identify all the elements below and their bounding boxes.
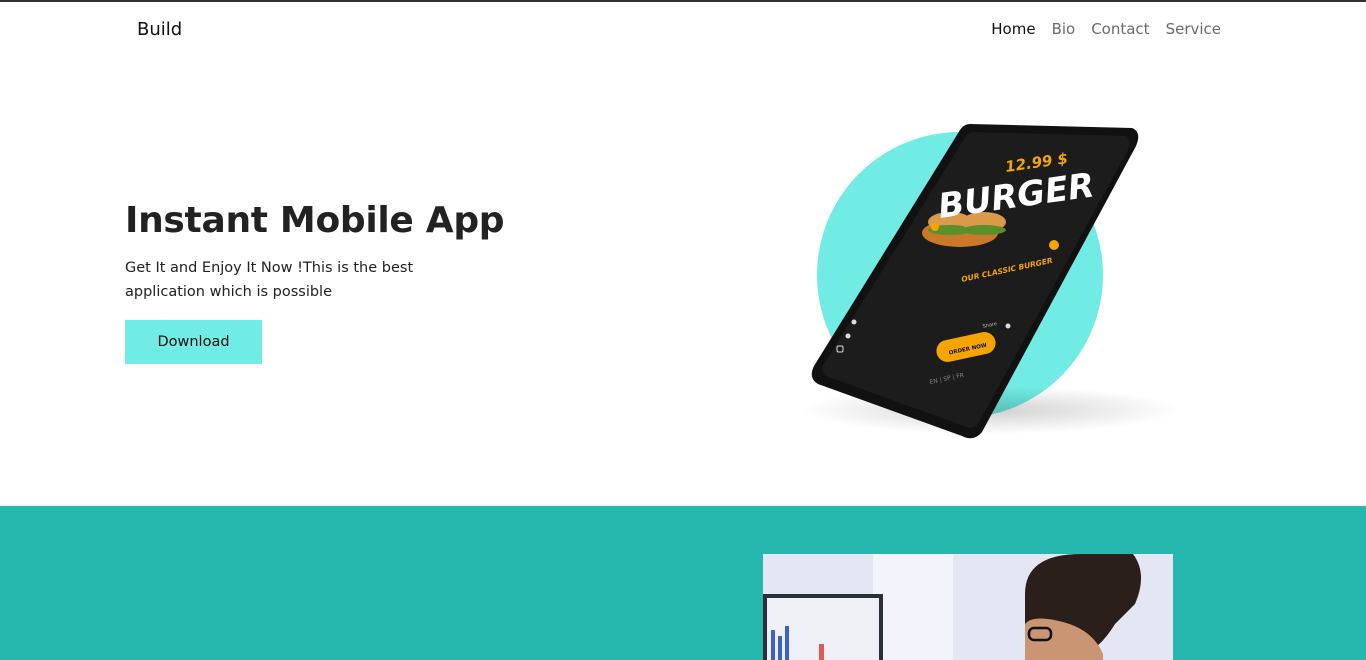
navbar: Build Home Bio Contact Service	[0, 2, 1366, 56]
hero-subtitle: Get It and Enjoy It Now !This is the bes…	[125, 260, 414, 300]
nav-link-contact[interactable]: Contact	[1091, 20, 1149, 38]
hero-illustration: 12.99 $ BURGER OUR CLASSIC BURGER ORDER …	[770, 110, 1180, 450]
nav-links: Home Bio Contact Service	[991, 20, 1221, 38]
download-button[interactable]: Download	[125, 320, 262, 364]
carousel-prev-icon	[931, 223, 939, 231]
twitter-icon	[851, 319, 857, 325]
share-icon	[1005, 323, 1011, 329]
nav-link-service[interactable]: Service	[1166, 20, 1221, 38]
hero-title: Instant Mobile App	[125, 200, 505, 241]
nav-link-home[interactable]: Home	[991, 20, 1035, 38]
developer-photo-image	[763, 554, 1173, 660]
phone-mockup-image: 12.99 $ BURGER OUR CLASSIC BURGER ORDER …	[800, 124, 1180, 439]
carousel-next-icon	[1049, 240, 1059, 250]
nav-link-bio[interactable]: Bio	[1052, 20, 1076, 38]
features-section	[0, 506, 1366, 660]
facebook-icon	[845, 333, 851, 339]
developer-photo	[763, 554, 1173, 660]
brand-logo[interactable]: Build	[137, 19, 182, 40]
